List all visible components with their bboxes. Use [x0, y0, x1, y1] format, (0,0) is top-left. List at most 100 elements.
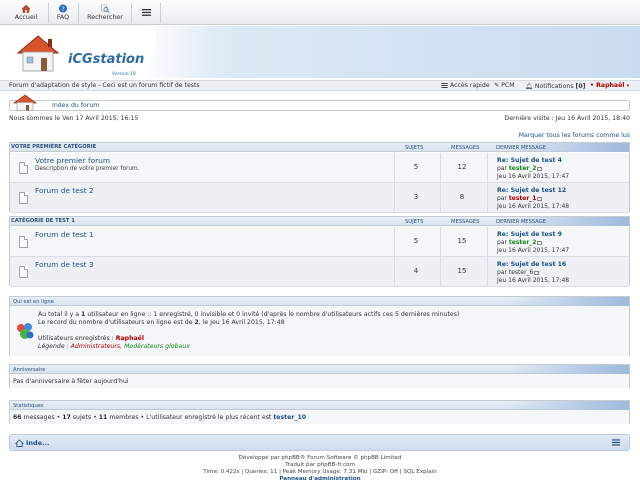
category-header: VOTRE PREMIÈRE CATÉGORIE SUJETS MESSAGES…: [10, 143, 629, 152]
house-logo-icon[interactable]: [14, 33, 64, 73]
forum-read-icon: [19, 162, 28, 174]
last-post-title[interactable]: Re: Sujet de test 9: [497, 231, 562, 238]
users-online-icon: [17, 323, 34, 339]
pcm-link[interactable]: ✎ PCM: [494, 82, 515, 89]
breadcrumb: [9, 100, 630, 111]
forum-description: Description de votre premier forum.: [35, 166, 140, 172]
category-title[interactable]: CATÉGORIE DE TEST 1: [11, 218, 75, 224]
forum-topics-count: 5: [413, 237, 419, 245]
nav-accueil[interactable]: Accueil: [5, 0, 47, 25]
legend-mod-link[interactable]: Modérateurs globaux: [124, 343, 190, 350]
forum-posts-count: 8: [459, 193, 465, 201]
forum-posts-count: 12: [457, 163, 467, 171]
last-post-date: Jeu 16 Avril 2015, 17:48: [497, 277, 570, 284]
forum-category: CATÉGORIE DE TEST 1 SUJETS MESSAGES DERN…: [9, 216, 630, 287]
go-to-post-icon[interactable]: [537, 240, 543, 245]
birthdays-text: Pas d'anniversaire à fêter aujourd'hui: [13, 378, 129, 385]
bell-icon: 🔔︎: [525, 83, 533, 90]
nav-menu-button[interactable]: [134, 0, 158, 25]
last-post-by-label: par: [497, 195, 507, 202]
home-icon[interactable]: [15, 439, 24, 447]
birthdays-panel: Anniversaire Pas d'anniversaire à fêter …: [9, 364, 630, 388]
last-post-author: par tester_2: [497, 239, 543, 246]
mark-all-read-link[interactable]: Marquer tous les forums comme lus: [519, 132, 630, 139]
statistics-text: 66 messages • 17 sujets • 11 membres • L…: [13, 414, 307, 421]
last-post-title[interactable]: Re: Sujet de test 16: [497, 261, 566, 268]
forum-posts-count: 15: [457, 267, 467, 275]
forum-posts-count: 15: [457, 237, 467, 245]
online-record: Le record du nombre d'utilisateurs en li…: [38, 319, 285, 326]
forum-title-link[interactable]: Forum de test 2: [35, 186, 94, 195]
nav-accueil-label: Accueil: [14, 14, 38, 21]
footer-admin: Panneau d'administration: [0, 476, 640, 482]
col-messages: MESSAGES: [451, 218, 480, 225]
hamburger-icon: [441, 82, 448, 88]
site-description: Forum d'adaptation de style - Ceci est u…: [9, 82, 200, 89]
who-is-online-title[interactable]: Qui est en ligne: [13, 299, 54, 305]
legend: Légende : Administrateurs, Modérateurs g…: [38, 343, 190, 350]
forum-read-icon: [19, 192, 28, 204]
forum-row: Forum de test 2 3 8 Re: Sujet de test 12…: [10, 183, 629, 213]
nav-rechercher-label: Rechercher: [87, 14, 123, 21]
col-dernier: DERNIER MESSAGE: [496, 144, 547, 151]
hamburger-icon[interactable]: [612, 439, 620, 446]
pcm-icon: ✎: [494, 82, 500, 89]
last-post-user-link[interactable]: tester_1: [509, 195, 537, 202]
forum-category: VOTRE PREMIÈRE CATÉGORIE SUJETS MESSAGES…: [9, 142, 630, 213]
registered-user-link[interactable]: Raphaël: [116, 335, 144, 342]
bottom-navbar: Inde...: [9, 434, 630, 451]
forum-title-link[interactable]: Forum de test 1: [35, 230, 94, 239]
forum-row: Forum de test 3 4 15 Re: Sujet de test 1…: [10, 257, 629, 287]
user-menu[interactable]: • Raphaël ▾: [590, 82, 629, 89]
last-post-title[interactable]: Re: Sujet de test 12: [497, 187, 566, 194]
last-post-by-label: par: [497, 239, 507, 246]
footer-debug: Time: 0.422s | Queries: 11 | Peak Memory…: [203, 469, 437, 475]
go-to-post-icon[interactable]: [537, 196, 543, 201]
last-post-user-link[interactable]: tester_6: [509, 269, 534, 276]
logo-text: iCGstation: [68, 52, 145, 67]
forum-read-icon: [19, 266, 28, 278]
user-name: Raphaël: [596, 82, 625, 89]
last-post-author: par tester_1: [497, 195, 543, 202]
last-post-date: Jeu 16 Avril 2015, 17:47: [497, 173, 570, 180]
nav-faq-label: FAQ: [56, 14, 70, 21]
current-date: Nous sommes le Ven 17 Avril 2015, 16:15: [9, 115, 139, 122]
svg-text:?: ?: [61, 6, 64, 13]
last-post-date: Jeu 16 Avril 2015, 17:48: [497, 203, 570, 210]
who-is-online-panel: Qui est en ligne Au total il y a 1 utili…: [9, 296, 630, 356]
last-post-title[interactable]: Re: Sujet de test 4: [497, 157, 562, 164]
bullet-icon: •: [590, 82, 594, 89]
admin-panel-link[interactable]: Panneau d'administration: [279, 476, 360, 482]
col-sujets: SUJETS: [405, 144, 424, 151]
last-post-by-label: par: [497, 165, 507, 172]
help-icon: ?: [58, 4, 68, 13]
forum-topics-count: 3: [413, 193, 419, 201]
legend-admin-link[interactable]: Administrateurs: [71, 343, 120, 350]
forum-topics-count: 4: [413, 267, 419, 275]
pcm-label: PCM: [501, 82, 515, 89]
forum-title-link[interactable]: Forum de test 3: [35, 260, 94, 269]
chevron-down-icon: ▾: [626, 83, 630, 89]
search-icon: [101, 4, 110, 13]
last-post-author: par tester_2: [497, 165, 543, 172]
notifications-label: Notifications: [534, 83, 574, 90]
category-title[interactable]: VOTRE PREMIÈRE CATÉGORIE: [11, 144, 96, 150]
last-post-by-label: par: [497, 269, 507, 276]
notifications-link[interactable]: 🔔︎ Notifications [0]: [525, 82, 586, 90]
breadcrumb-index-link[interactable]: Index du forum: [52, 102, 99, 109]
acces-rapide-label: Accès rapide: [449, 82, 490, 89]
acces-rapide-link[interactable]: Accès rapide: [441, 82, 490, 89]
go-to-post-icon[interactable]: [537, 166, 543, 171]
nav-rechercher[interactable]: Rechercher: [82, 0, 128, 25]
bottom-index-link[interactable]: Inde...: [26, 439, 50, 447]
forum-read-icon: [19, 236, 28, 248]
go-to-post-icon[interactable]: [534, 270, 540, 275]
forum-title-link[interactable]: Votre premier forum: [35, 156, 110, 165]
home-icon[interactable]: [13, 94, 37, 111]
col-sujets: SUJETS: [405, 218, 424, 225]
last-post-user-link[interactable]: tester_2: [509, 165, 537, 172]
nav-faq[interactable]: ? FAQ: [50, 0, 76, 25]
footer-translation: Traduit par phpBB-fr.com: [285, 462, 355, 468]
newest-user-link[interactable]: tester_10: [273, 414, 306, 421]
last-post-user-link[interactable]: tester_2: [509, 239, 537, 246]
